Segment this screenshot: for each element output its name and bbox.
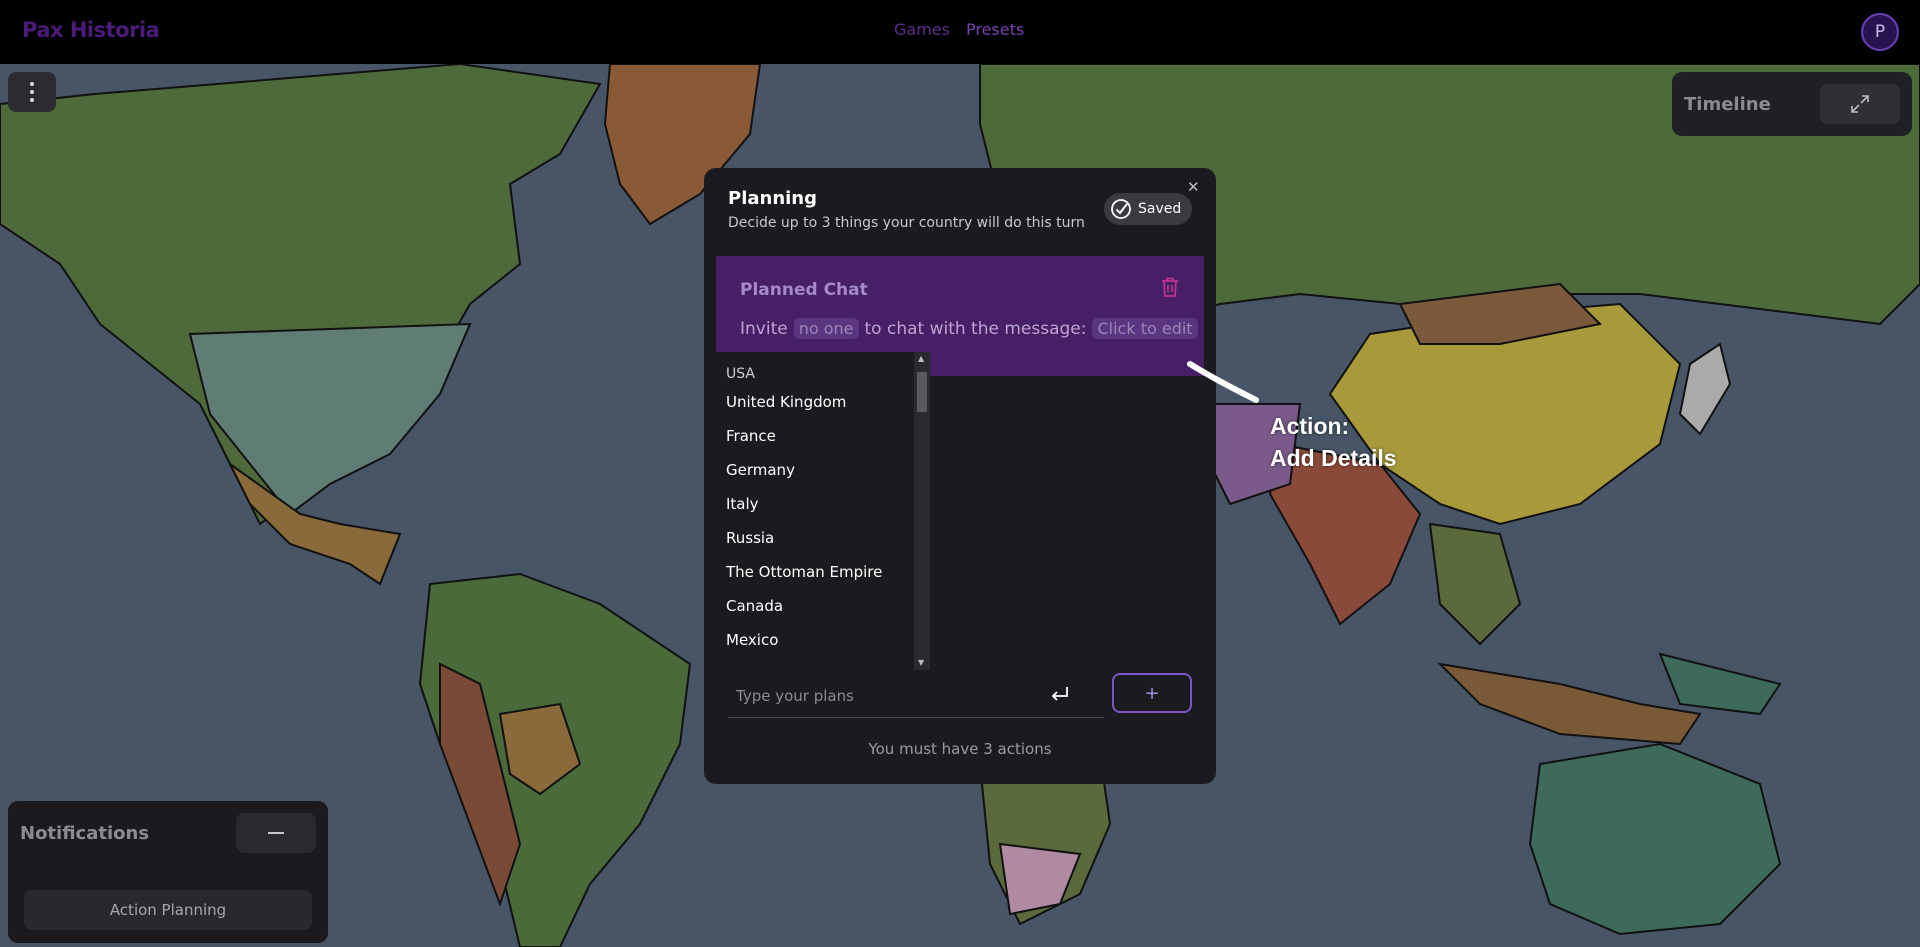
actions-requirement-text: You must have 3 actions [868,740,1052,758]
minimize-icon [268,832,284,834]
country-option[interactable]: Canada [726,597,783,615]
timeline-expand-button[interactable] [1820,84,1900,124]
annotation-pointer-line [1187,361,1259,403]
scroll-up-icon[interactable]: ▲ [918,354,924,363]
expand-icon [1851,95,1869,113]
dropdown-scrollbar[interactable]: ▲ ▼ [914,352,930,670]
scrollbar-thumb[interactable] [917,372,927,412]
message-label: to chat with the message: [864,318,1087,339]
scroll-down-icon[interactable]: ▼ [918,658,924,667]
trash-icon[interactable] [1160,276,1180,298]
country-option[interactable]: Russia [726,529,774,547]
country-option[interactable]: United Kingdom [726,393,846,411]
planned-chat-title: Planned Chat [740,280,868,300]
close-icon[interactable]: ✕ [1187,178,1200,196]
top-navigation-bar: Pax Historia Games Presets P [0,0,1920,64]
enter-icon[interactable] [1048,684,1072,706]
annotation-line-2: Add Details [1270,445,1397,471]
saved-status-badge: Saved [1104,193,1192,225]
nav-games-link[interactable]: Games [894,20,950,39]
country-option[interactable]: France [726,427,776,445]
planning-modal: ✕ Planning Decide up to 3 things your co… [704,168,1216,784]
map-menu-button[interactable] [8,72,56,112]
check-circle-icon [1111,199,1131,219]
modal-subtitle: Decide up to 3 things your country will … [728,215,1085,231]
notifications-minimize-button[interactable] [236,813,316,853]
nav-presets-link[interactable]: Presets [966,20,1024,39]
main-nav: Games Presets [894,20,1024,39]
message-edit-field[interactable]: Click to edit [1092,318,1198,339]
country-option-usa[interactable]: USA [726,366,755,382]
app-logo[interactable]: Pax Historia [22,18,160,42]
annotation-label: Action: Add Details [1270,410,1397,474]
notifications-title: Notifications [20,823,150,844]
country-option[interactable]: Germany [726,461,795,479]
user-avatar[interactable]: P [1861,13,1899,51]
modal-title: Planning [728,188,818,209]
timeline-label: Timeline [1684,94,1771,115]
country-dropdown-list[interactable]: USA United Kingdom France Germany Italy … [716,352,930,670]
invitee-select[interactable]: no one [793,318,859,339]
country-option[interactable]: Mexico [726,631,778,649]
add-plan-button[interactable]: + [1112,673,1192,713]
saved-label: Saved [1138,201,1182,217]
timeline-panel: Timeline [1672,72,1912,136]
planned-chat-description: Invite no one to chat with the message: … [740,318,1198,339]
country-option[interactable]: The Ottoman Empire [726,563,882,581]
annotation-line-1: Action: [1270,413,1350,439]
kebab-menu-icon [30,82,34,86]
notification-item[interactable]: Action Planning [24,890,312,930]
invite-label: Invite [740,318,788,339]
country-option[interactable]: Italy [726,495,759,513]
notifications-panel: Notifications Action Planning [8,801,328,943]
